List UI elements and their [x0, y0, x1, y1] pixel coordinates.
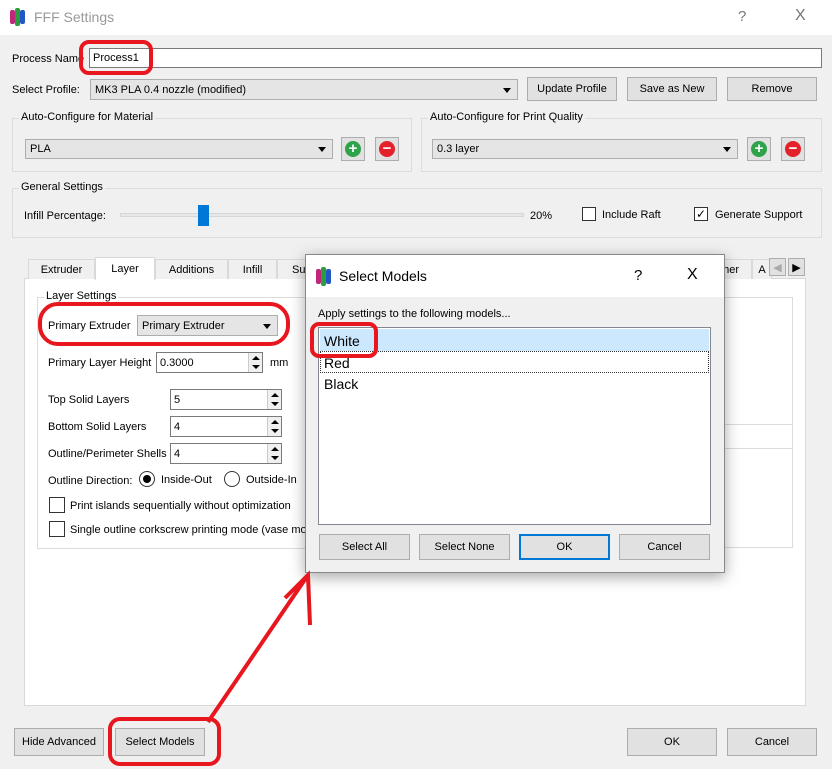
annotation-select-models: [108, 717, 221, 766]
annotation-overlay: [38, 40, 378, 766]
annotation-white: [310, 322, 378, 358]
annotation-primary-extruder: [38, 302, 290, 346]
annotation-process-name: [79, 40, 153, 75]
annotation-arrow: [206, 570, 312, 724]
